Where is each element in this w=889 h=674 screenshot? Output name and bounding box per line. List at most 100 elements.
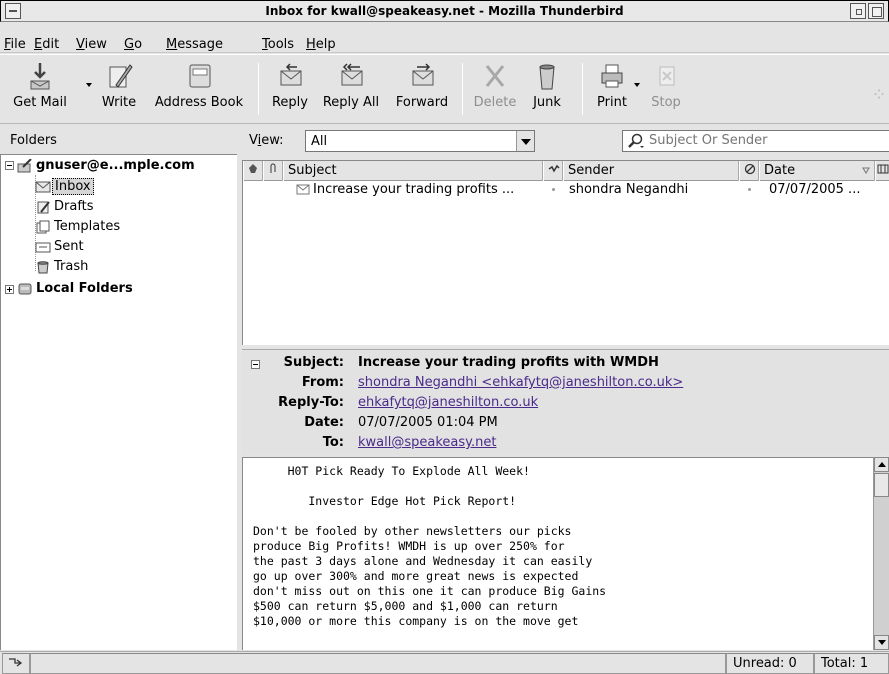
attachment-column-header[interactable] — [263, 161, 283, 181]
message-envelope-icon — [296, 184, 310, 195]
folder-drafts[interactable]: Drafts — [35, 198, 235, 218]
header-date-row: Date: 07/07/2005 01:04 PM — [242, 415, 889, 433]
reply-all-button[interactable]: Reply All — [318, 59, 384, 121]
junk-status-icon — [744, 163, 756, 175]
chevron-down-icon[interactable] — [516, 131, 534, 151]
menu-file[interactable]: File — [4, 37, 26, 52]
header-subject-value: Increase your trading profits with WMDH — [358, 355, 659, 370]
menu-go[interactable]: Go — [124, 37, 142, 52]
menu-view[interactable]: View — [76, 37, 107, 52]
stop-button[interactable]: Stop — [646, 59, 686, 121]
menu-edit[interactable]: Edit — [34, 37, 59, 52]
folder-sent[interactable]: Sent — [35, 238, 235, 258]
junk-label: Junk — [533, 95, 561, 110]
local-folders-icon — [18, 283, 32, 295]
scrollbar-thumb[interactable] — [874, 473, 889, 497]
get-mail-dropdown-arrow[interactable] — [86, 83, 92, 87]
read-status-icon — [548, 164, 560, 173]
read-column-header[interactable] — [543, 161, 563, 181]
subject-column-header[interactable]: Subject — [283, 161, 543, 181]
folder-templates[interactable]: Templates — [35, 218, 235, 238]
junk-icon — [539, 64, 555, 90]
message-header-pane: Subject: Increase your trading profits w… — [242, 349, 889, 455]
message-date: 07/07/2005 ... — [769, 182, 861, 197]
junk-column-header[interactable] — [739, 161, 759, 181]
trash-icon — [37, 261, 49, 274]
column-picker[interactable] — [875, 161, 889, 181]
minimize-button[interactable] — [850, 3, 866, 19]
delete-button[interactable]: Delete — [470, 59, 520, 121]
stop-label: Stop — [651, 95, 681, 110]
header-from-key: From: — [301, 375, 344, 390]
account-label: gnuser@e...mple.com — [36, 158, 195, 173]
sender-column-header[interactable]: Sender — [563, 161, 739, 181]
message-row[interactable]: Increase your trading profits ... shondr… — [243, 181, 889, 199]
header-from-link[interactable]: shondra Negandhi <ehkafytq@janeshilton.c… — [358, 375, 683, 390]
date-column-header[interactable]: Date — [759, 161, 875, 181]
message-body-scrollbar[interactable] — [873, 457, 889, 650]
unread-dot[interactable] — [552, 188, 555, 191]
date-column-label: Date — [764, 163, 796, 178]
folder-tree: gnuser@e...mple.com Inbox Drafts Templat… — [0, 154, 237, 650]
header-replyto-link[interactable]: ehkafytq@janeshilton.co.uk — [358, 395, 538, 410]
scroll-down-arrow-icon[interactable] — [874, 635, 889, 650]
toolbar-separator — [462, 63, 463, 115]
folder-inbox[interactable]: Inbox — [35, 177, 235, 197]
reply-label: Reply — [271, 95, 308, 110]
reply-button[interactable]: Reply — [266, 59, 314, 121]
header-date-key: Date: — [304, 415, 344, 430]
header-subject-key: Subject: — [283, 355, 344, 370]
folder-trash[interactable]: Trash — [35, 258, 235, 278]
message-list-header: Subject Sender Date — [243, 161, 889, 181]
view-label-prefix: V — [249, 133, 258, 148]
menu-help[interactable]: Help — [306, 37, 336, 52]
forward-button[interactable]: Forward — [390, 59, 454, 121]
stop-icon — [659, 66, 675, 86]
header-to-row: To: kwall@speakeasy.net — [242, 435, 889, 453]
write-button[interactable]: Write — [96, 59, 142, 121]
maximize-button[interactable] — [868, 3, 884, 19]
print-button[interactable]: Print — [592, 59, 632, 121]
menu-message[interactable]: Message — [166, 37, 223, 52]
search-icon[interactable] — [627, 133, 645, 149]
folder-trash-label: Trash — [54, 259, 89, 274]
drafts-icon — [37, 201, 50, 214]
print-label: Print — [597, 95, 627, 110]
header-to-link[interactable]: kwall@speakeasy.net — [358, 435, 496, 450]
search-input[interactable] — [649, 133, 879, 148]
message-body[interactable]: H0T Pick Ready To Explode All Week! Inve… — [242, 457, 873, 650]
inbox-icon — [35, 181, 51, 193]
print-icon — [601, 64, 623, 88]
header-subject-row: Subject: Increase your trading profits w… — [242, 355, 889, 373]
menu-tools[interactable]: Tools — [262, 37, 294, 52]
forward-icon — [412, 63, 434, 86]
toolbar-separator — [258, 63, 259, 115]
activity-throbber-icon — [874, 89, 884, 99]
folder-account[interactable]: gnuser@e...mple.com — [17, 157, 237, 177]
column-picker-icon — [877, 164, 889, 174]
scroll-up-arrow-icon[interactable] — [874, 457, 889, 472]
address-book-label: Address Book — [154, 95, 244, 110]
online-status[interactable] — [2, 653, 30, 674]
local-folders-expand-toggle[interactable] — [5, 285, 14, 294]
write-label: Write — [101, 95, 137, 110]
view-label: View: — [249, 133, 284, 148]
folder-local-folders[interactable]: Local Folders — [17, 280, 237, 300]
junk-dot[interactable] — [748, 188, 751, 191]
header-replyto-key: Reply-To: — [278, 395, 344, 410]
view-select-value: All — [311, 134, 328, 149]
window-titlebar: Inbox for kwall@speakeasy.net - Mozilla … — [0, 0, 889, 22]
print-dropdown-arrow[interactable] — [634, 83, 640, 87]
account-collapse-toggle[interactable] — [5, 161, 14, 170]
address-book-button[interactable]: Address Book — [149, 59, 249, 121]
view-select[interactable]: All — [305, 130, 535, 152]
quick-search-field[interactable] — [622, 130, 889, 152]
get-mail-button[interactable]: Get Mail — [4, 59, 76, 121]
get-mail-label: Get Mail — [13, 95, 67, 110]
online-status-icon — [9, 658, 23, 667]
junk-button[interactable]: Junk — [526, 59, 568, 121]
reply-all-label: Reply All — [322, 95, 380, 110]
thread-column-header[interactable] — [243, 161, 263, 181]
folder-inbox-label: Inbox — [52, 178, 94, 195]
get-mail-icon — [30, 63, 50, 90]
